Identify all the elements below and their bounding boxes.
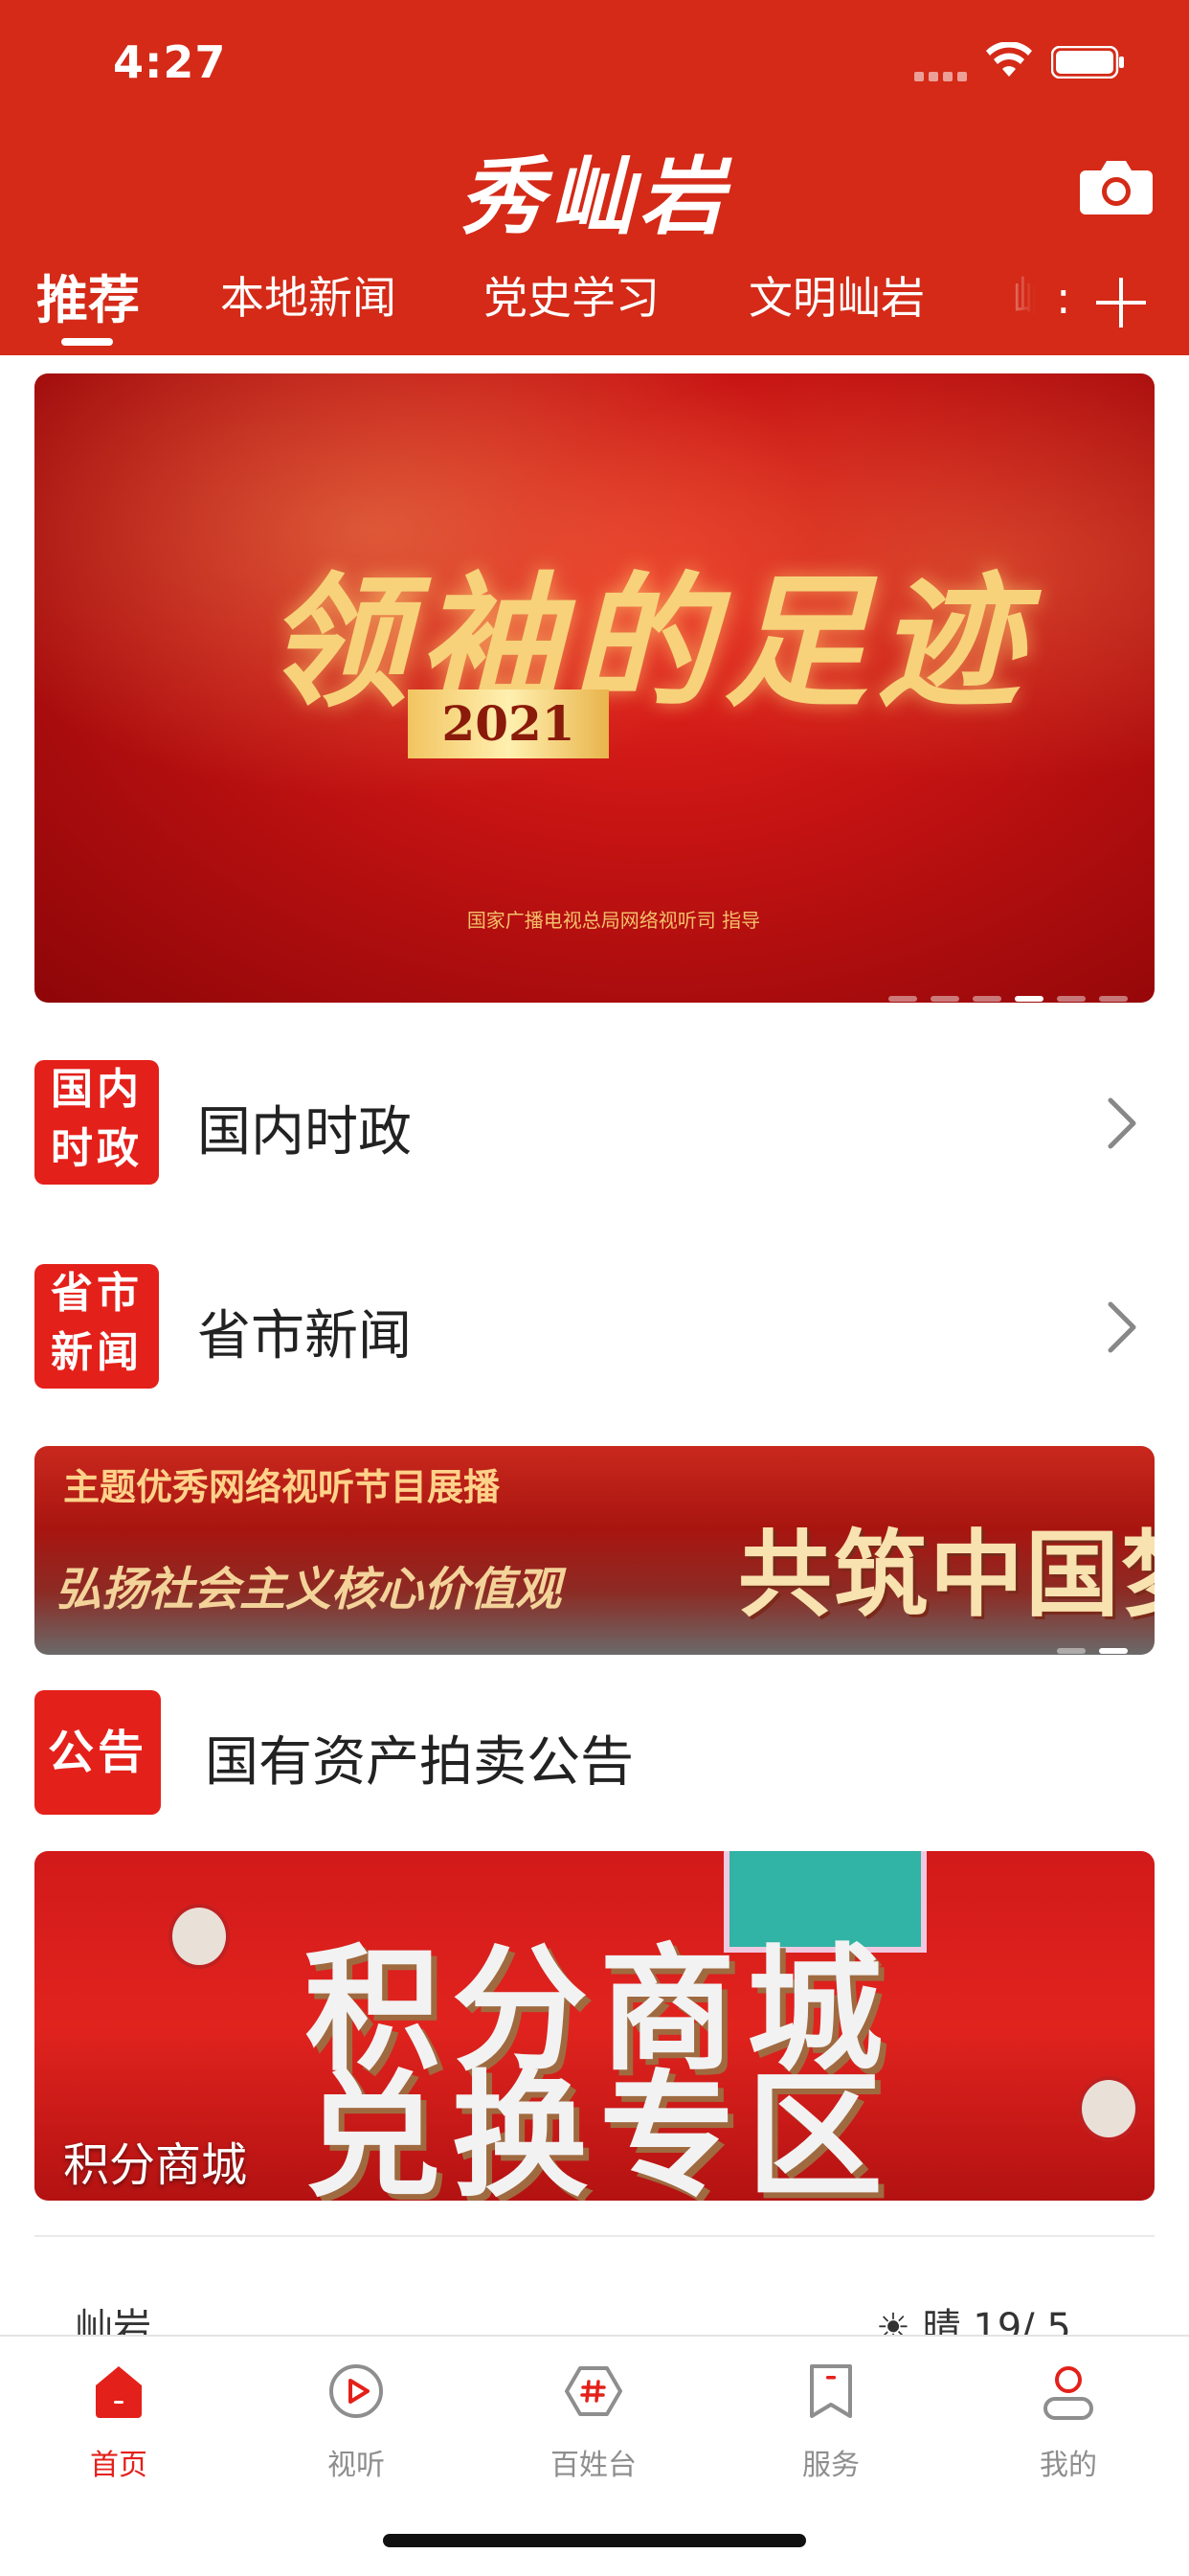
promo-banner-pagination: [1043, 1639, 1128, 1654]
home-indicator[interactable]: [383, 2534, 806, 2547]
points-mall-caption: 积分商城: [63, 2138, 248, 2192]
play-icon: [329, 2364, 383, 2418]
section-divider: [34, 2235, 1155, 2237]
tabbar-community[interactable]: 百姓台: [475, 2361, 712, 2483]
promo-banner-top-text: 主题优秀网络视听节目展播: [63, 1466, 501, 1508]
badge-line1: 国内: [51, 1065, 143, 1114]
battery-icon: [1051, 46, 1124, 79]
hero-banner-title: 领袖的足迹: [264, 558, 1031, 727]
pagination-dot-active: [1099, 1648, 1128, 1654]
news-row-domestic-politics[interactable]: 国内 时政 国内时政: [34, 1060, 1155, 1185]
news-row-provincial-news[interactable]: 省市 新闻 省市新闻: [34, 1264, 1155, 1389]
pagination-dot: [1099, 996, 1128, 1002]
tabbar-services[interactable]: 服务: [712, 2361, 950, 2483]
camera-icon[interactable]: [1080, 155, 1153, 216]
tabbar-label: 服务: [802, 2449, 860, 2482]
pagination-dot: [931, 996, 959, 1002]
notice-row[interactable]: 公告 国有资产拍卖公告: [34, 1690, 1155, 1815]
plus-icon[interactable]: [1094, 276, 1148, 329]
promo-banner-core-values[interactable]: 主题优秀网络视听节目展播 弘扬社会主义核心价值观 共筑中国梦: [34, 1446, 1155, 1655]
points-mall-title-line2: 兑换专区: [304, 2058, 894, 2201]
pagination-dot: [1057, 996, 1086, 1002]
badge-line1: 省市: [51, 1269, 143, 1318]
tabs-fade: [967, 263, 1053, 350]
hero-banner-pagination: [875, 987, 1128, 1002]
promo-banner-left-text: 弘扬社会主义核心价值观: [56, 1563, 562, 1616]
tab-party-history[interactable]: 党史学习: [483, 263, 660, 327]
wifi-icon: [986, 42, 1032, 77]
news-badge: 省市 新闻: [34, 1264, 159, 1389]
news-row-label: 国内时政: [197, 1101, 412, 1164]
user-icon: [1043, 2366, 1093, 2420]
pagination-dot: [973, 996, 1001, 1002]
tabbar-label: 百姓台: [550, 2449, 637, 2482]
active-tab-indicator: [61, 338, 113, 346]
pagination-dot-active: [1015, 996, 1043, 1002]
home-icon: [96, 2366, 142, 2418]
bookmark-icon: [810, 2364, 852, 2418]
promo-banner-right-text: 共筑中国梦: [738, 1521, 1155, 1630]
app-title: 秀屾岩: [459, 147, 729, 246]
notice-badge: 公告: [34, 1690, 161, 1815]
news-row-label: 省市新闻: [197, 1305, 412, 1367]
notice-text: 国有资产拍卖公告: [205, 1731, 634, 1794]
channel-tabs: 推荐 本地新闻 党史学习 文明屾岩 屾:: [0, 263, 1189, 355]
tab-civilization[interactable]: 文明屾岩: [749, 263, 925, 327]
cellular-signal-icon: [914, 67, 972, 81]
status-time: 4:27: [113, 36, 227, 88]
news-badge: 国内 时政: [34, 1060, 159, 1185]
chevron-right-icon: [1108, 1301, 1136, 1353]
tabbar-label: 我的: [1040, 2449, 1097, 2482]
tab-local-news[interactable]: 本地新闻: [220, 263, 396, 327]
hashtag-icon: [565, 2366, 622, 2416]
hero-banner[interactable]: 领袖的足迹 2021 国家广播电视总局网络视听司 指导: [34, 373, 1155, 1003]
tab-recommend[interactable]: 推荐: [36, 258, 140, 333]
hero-banner-subtitle: 国家广播电视总局网络视听司 指导: [466, 909, 761, 932]
points-mall-banner[interactable]: 积分商城 兑换专区 积分商城: [34, 1851, 1155, 2201]
lantern-decoration: [1078, 2076, 1139, 2141]
pagination-dot: [1057, 1648, 1086, 1654]
tabbar-label: 视听: [327, 2449, 385, 2482]
hero-banner-year: 2021: [408, 689, 609, 758]
tabbar-label: 首页: [90, 2449, 147, 2482]
tabbar-profile[interactable]: 我的: [950, 2361, 1187, 2483]
badge-line2: 新闻: [51, 1328, 143, 1377]
pagination-dot: [888, 996, 917, 1002]
badge-line2: 时政: [51, 1124, 143, 1173]
tabbar-media[interactable]: 视听: [237, 2361, 475, 2483]
tabbar-home[interactable]: 首页: [0, 2361, 237, 2483]
chevron-right-icon: [1108, 1097, 1136, 1149]
